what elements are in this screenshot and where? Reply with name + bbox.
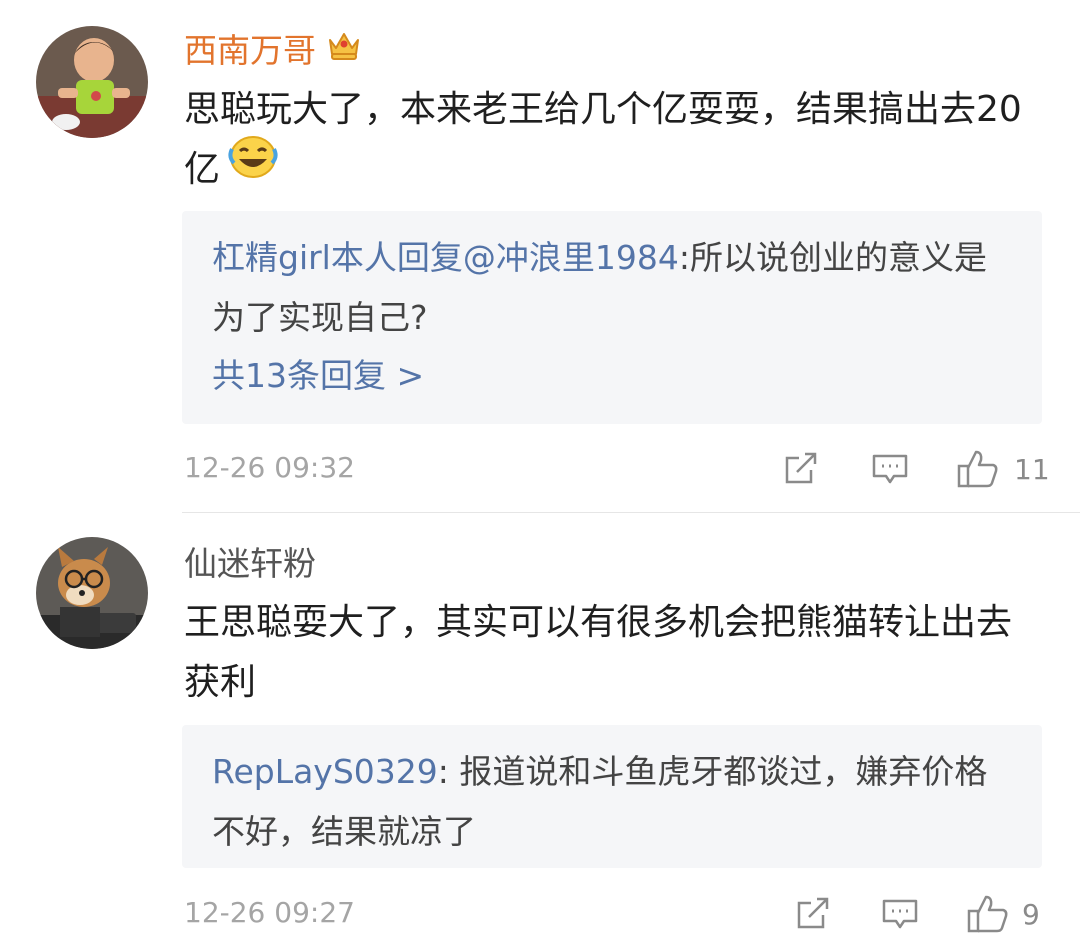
timestamp: 12-26 09:32 (184, 451, 355, 484)
view-replies-link[interactable]: 共13条回复 > (212, 351, 424, 401)
avatar[interactable] (36, 26, 148, 138)
laugh-cry-emoji-icon (228, 135, 278, 198)
username[interactable]: 仙迷轩粉 (184, 544, 316, 584)
comment-text: 王思聪耍大了，其实可以有很多机会把熊猫转让出去获利 (184, 602, 1013, 703)
comment-meta: 12-26 09:32 11 (0, 444, 1080, 494)
username[interactable]: 西南万哥 (184, 31, 362, 71)
crown-icon (326, 28, 362, 71)
comment-meta: 12-26 09:27 9 (0, 889, 1080, 939)
comment-text: 思聪玩大了，本来老王给几个亿耍耍，结果搞出去20亿 (184, 80, 1034, 200)
comment-item: 西南万哥 思聪玩大了，本来老王给几个亿耍耍，结果搞出去20亿 杠精girl本人回… (0, 0, 1080, 512)
avatar[interactable] (36, 537, 148, 649)
thumbs-up-icon[interactable] (966, 893, 1010, 939)
reply-username-link[interactable]: RepLayS0329 (212, 752, 438, 791)
share-icon[interactable] (793, 893, 833, 937)
timestamp: 12-26 09:27 (184, 896, 355, 929)
reply-box[interactable]: 杠精girl本人回复@冲浪里1984:所以说创业的意义是为了实现自己? 共13条… (182, 211, 1042, 424)
reply-box[interactable]: RepLayS0329: 报道说和斗鱼虎牙都谈过，嫌弃价格不好，结果就凉了 (182, 725, 1042, 868)
reply-username-link[interactable]: 杠精girl本人回复@冲浪里1984 (212, 238, 679, 277)
share-icon[interactable] (781, 448, 821, 492)
reply-text: 杠精girl本人回复@冲浪里1984:所以说创业的意义是为了实现自己? (212, 238, 987, 337)
comment-icon[interactable] (870, 448, 910, 492)
comment-icon[interactable] (880, 893, 920, 937)
comment-item: 仙迷轩粉 王思聪耍大了，其实可以有很多机会把熊猫转让出去获利 RepLayS03… (0, 513, 1080, 933)
thumbs-up-icon[interactable] (956, 448, 1000, 494)
reply-text: RepLayS0329: 报道说和斗鱼虎牙都谈过，嫌弃价格不好，结果就凉了 (212, 752, 988, 851)
like-count: 11 (1014, 453, 1050, 486)
like-count: 9 (1022, 898, 1040, 931)
